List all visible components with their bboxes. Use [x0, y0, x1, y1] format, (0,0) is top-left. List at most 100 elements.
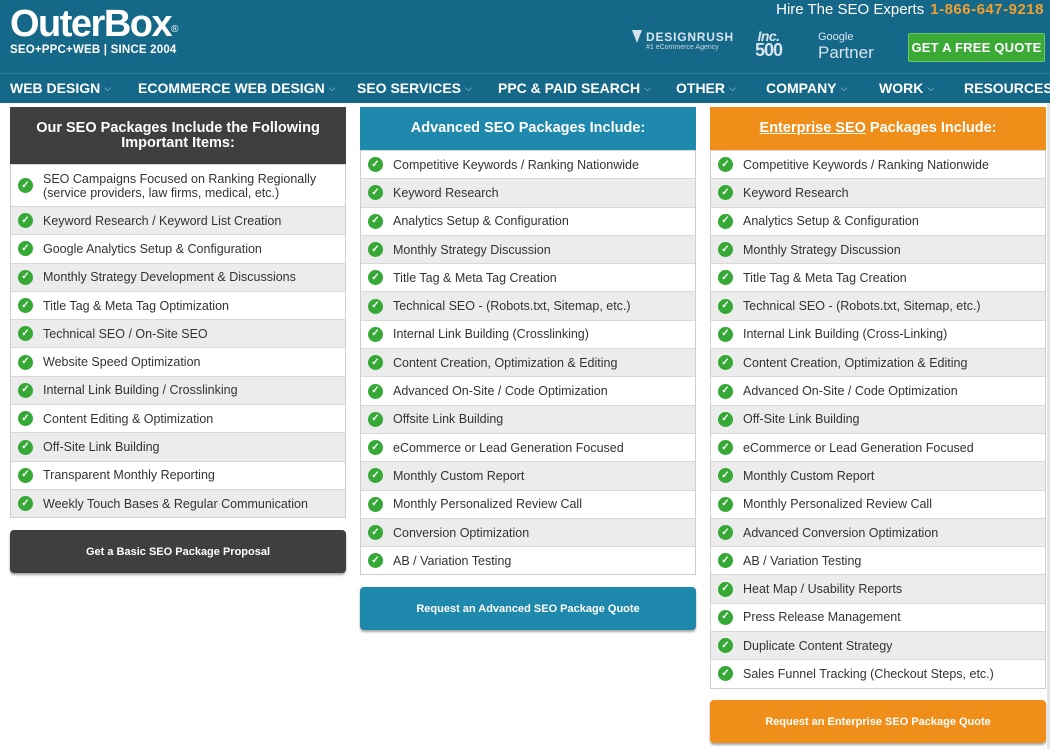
list-item-label: Monthly Strategy Development & Discussio… — [43, 270, 296, 285]
list-item-label: Content Creation, Optimization & Editing — [743, 355, 968, 370]
logo-tagline: SEO+PPC+WEB | SINCE 2004 — [10, 44, 177, 56]
enterprise-seo-link[interactable]: Enterprise SEO — [760, 120, 866, 136]
nav-web-design[interactable]: WEB DESIGN ⌵ — [10, 80, 111, 96]
list-item: ✓ Press Release Management — [711, 602, 1045, 631]
chevron-down-icon: ⌵ — [840, 83, 848, 93]
list-item: ✓ Transparent Monthly Reporting — [11, 460, 345, 489]
list-item: ✓ Weekly Touch Bases & Regular Communicat… — [11, 488, 345, 518]
check-icon: ✓ — [18, 496, 33, 512]
check-icon: ✓ — [368, 383, 383, 399]
list-item-label: eCommerce or Lead Generation Focused — [743, 440, 974, 455]
check-icon: ✓ — [718, 185, 733, 201]
list-item-label: Internal Link Building / Crosslinking — [43, 383, 238, 398]
check-icon: ✓ — [368, 270, 383, 286]
enterprise-quote-button[interactable]: Request an Enterprise SEO Package Quote — [710, 700, 1046, 743]
list-item: ✓ Keyword Research — [361, 178, 695, 207]
nav-ppc-paid-search[interactable]: PPC & PAID SEARCH ⌵ — [498, 80, 651, 96]
check-icon: ✓ — [18, 269, 33, 285]
list-item: ✓ Website Speed Optimization — [11, 347, 345, 375]
list-item: ✓ Internal Link Building (Cross-Linking) — [711, 319, 1045, 348]
list-item: ✓ Monthly Strategy Discussion — [361, 234, 695, 264]
list-item-label: Title Tag & Meta Tag Optimization — [43, 298, 229, 313]
site-header: OuterBox® SEO+PPC+WEB | SINCE 2004 Hire … — [0, 0, 1050, 73]
list-item: ✓ Title Tag & Meta Tag Creation — [711, 263, 1045, 291]
list-item: ✓ Monthly Custom Report — [361, 461, 695, 490]
list-item-label: Analytics Setup & Configuration — [743, 214, 919, 229]
partner-label: Partner — [818, 43, 874, 62]
google-partner-badge: Google Partner — [818, 30, 874, 62]
list-item: ✓ Heat Map / Usability Reports — [711, 574, 1045, 603]
list-item-label: Technical SEO - (Robots.txt, Sitemap, et… — [393, 299, 631, 314]
list-item-label: Website Speed Optimization — [43, 355, 201, 370]
get-free-quote-button[interactable]: GET A FREE QUOTE — [908, 33, 1045, 62]
list-item: ✓ Competitive Keywords / Ranking Nationwi… — [361, 150, 695, 178]
check-icon: ✓ — [718, 525, 733, 540]
main-nav: WEB DESIGN ⌵ ECOMMERCE WEB DESIGN ⌵ SEO SE… — [0, 73, 1050, 103]
nav-work[interactable]: WORK ⌵ — [879, 80, 934, 96]
basic-proposal-button[interactable]: Get a Basic SEO Package Proposal — [10, 530, 346, 573]
list-item: ✓ SEO Campaigns Focused on Ranking Region… — [11, 164, 345, 206]
list-item-label: SEO Campaigns Focused on Ranking Regiona… — [43, 171, 317, 200]
list-item: ✓ Offsite Link Building — [361, 404, 695, 433]
list-item-label: Advanced On-Site / Code Optimization — [393, 384, 608, 399]
check-icon: ✓ — [368, 242, 383, 258]
list-item-label: Advanced Conversion Optimization — [743, 525, 939, 540]
check-icon: ✓ — [718, 326, 733, 342]
check-icon: ✓ — [368, 298, 383, 314]
list-item-label: Press Release Management — [743, 610, 901, 625]
basic-package-title: Our SEO Packages Include the Following I… — [10, 107, 346, 164]
list-item-label: Transparent Monthly Reporting — [43, 468, 215, 483]
list-item: ✓ Advanced On-Site / Code Optimization — [711, 376, 1045, 404]
list-item-label: Monthly Strategy Discussion — [743, 242, 901, 257]
list-item-label: Monthly Strategy Discussion — [393, 242, 551, 257]
enterprise-package-list: ✓ Competitive Keywords / Ranking Nationwi… — [710, 150, 1046, 689]
list-item-label: Google Analytics Setup & Configuration — [43, 241, 262, 256]
list-item-label: Keyword Research — [743, 185, 849, 200]
nav-company[interactable]: COMPANY ⌵ — [766, 80, 847, 96]
nav-other[interactable]: OTHER ⌵ — [676, 80, 736, 96]
outerbox-logo[interactable]: OuterBox® SEO+PPC+WEB | SINCE 2004 — [10, 3, 178, 56]
check-icon: ✓ — [368, 326, 383, 342]
nav-resources[interactable]: RESOURCES — [964, 80, 1050, 96]
list-item: ✓ Monthly Strategy Discussion — [711, 234, 1045, 264]
list-item: ✓ Monthly Personalized Review Call — [361, 489, 695, 518]
advanced-package-title: Advanced SEO Packages Include: — [360, 107, 696, 150]
list-item-label: Off-Site Link Building — [43, 440, 160, 455]
list-item: ✓ Off-Site Link Building — [11, 432, 345, 461]
check-icon: ✓ — [718, 157, 733, 173]
list-item-label: eCommerce or Lead Generation Focused — [393, 440, 624, 455]
list-item-label: Conversion Optimization — [393, 525, 530, 540]
list-item: ✓ Technical SEO - (Robots.txt, Sitemap, e… — [361, 291, 695, 320]
list-item: ✓ Keyword Research — [711, 178, 1045, 207]
check-icon: ✓ — [718, 355, 733, 371]
list-item-label: Competitive Keywords / Ranking Nationwid… — [743, 157, 989, 172]
check-icon: ✓ — [368, 440, 383, 456]
list-item-label: Technical SEO - (Robots.txt, Sitemap, et… — [743, 299, 981, 314]
list-item: ✓ AB / Variation Testing — [361, 546, 695, 574]
advanced-seo-package-column: Advanced SEO Packages Include: ✓ Competit… — [360, 107, 696, 576]
list-item: ✓ Internal Link Building / Crosslinking — [11, 375, 345, 405]
list-item: ✓ Technical SEO / On-Site SEO — [11, 319, 345, 348]
list-item: ✓ Internal Link Building (Crosslinking) — [361, 319, 695, 348]
check-icon: ✓ — [368, 468, 383, 484]
check-icon: ✓ — [368, 185, 383, 201]
list-item: ✓ Monthly Personalized Review Call — [711, 489, 1045, 518]
list-item: ✓ Keyword Research / Keyword List Creatio… — [11, 206, 345, 235]
nav-ecommerce-web-design[interactable]: ECOMMERCE WEB DESIGN ⌵ — [138, 80, 336, 96]
nav-seo-services[interactable]: SEO SERVICES ⌵ — [357, 80, 472, 96]
list-item: ✓ Content Creation, Optimization & Editin… — [361, 348, 695, 377]
list-item: ✓ Duplicate Content Strategy — [711, 631, 1045, 660]
list-item-label: Advanced On-Site / Code Optimization — [743, 384, 958, 399]
advanced-quote-button[interactable]: Request an Advanced SEO Package Quote — [360, 587, 696, 630]
list-item: ✓ Off-Site Link Building — [711, 404, 1045, 433]
list-item-label: Keyword Research — [393, 185, 499, 200]
check-icon: ✓ — [368, 525, 383, 540]
logo-wordmark: OuterBox® — [10, 3, 178, 45]
check-icon: ✓ — [18, 411, 33, 427]
list-item: ✓ Competitive Keywords / Ranking Nationwi… — [711, 150, 1045, 178]
check-icon: ✓ — [718, 298, 733, 314]
chevron-down-icon: ⌵ — [465, 83, 472, 93]
phone-number[interactable]: 1-866-647-9218 — [930, 1, 1044, 18]
check-icon: ✓ — [18, 354, 33, 370]
list-item-label: Internal Link Building (Crosslinking) — [393, 327, 589, 342]
